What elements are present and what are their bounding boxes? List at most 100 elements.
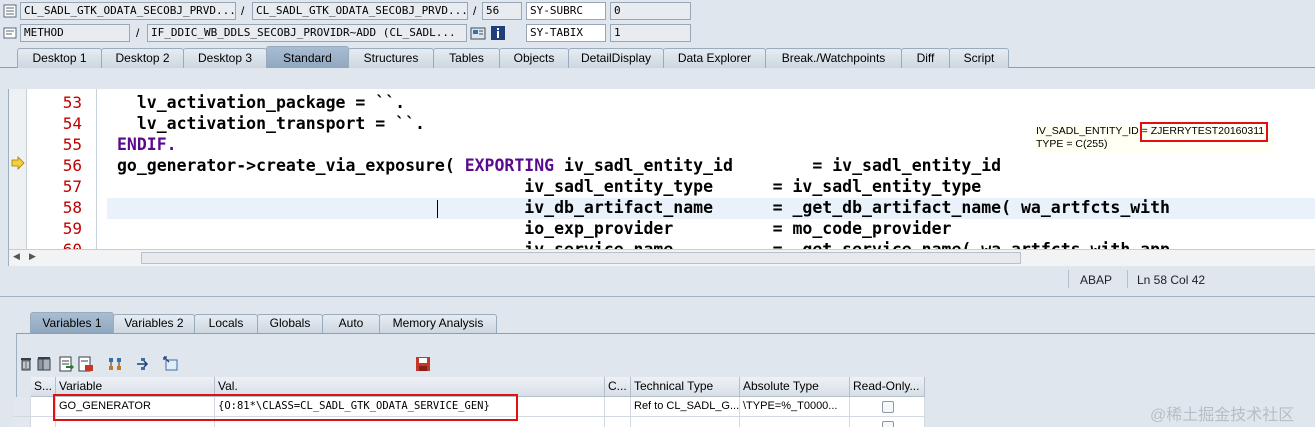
row-selector[interactable] bbox=[13, 417, 31, 427]
program-icon bbox=[3, 4, 17, 18]
code-line-58: iv_db_artifact_name = _get_db_artifact_n… bbox=[117, 197, 1170, 218]
tab-tables[interactable]: Tables bbox=[433, 48, 500, 68]
column-header-absolute-type[interactable]: Absolute Type bbox=[740, 377, 850, 397]
section-divider bbox=[0, 296, 1315, 297]
read-only-cell bbox=[850, 397, 925, 417]
tab-data-explorer[interactable]: Data Explorer bbox=[663, 48, 766, 68]
code-text: iv_sadl_entity_type = iv_sadl_entity_typ… bbox=[117, 177, 982, 196]
hierarchy-icon[interactable] bbox=[107, 356, 123, 372]
sy-subrc-value-field[interactable]: 0 bbox=[610, 2, 691, 20]
technical-type-cell: Ref to CL_SADL_G... bbox=[631, 397, 740, 417]
read-only-checkbox[interactable] bbox=[882, 401, 894, 413]
tab-memory-analysis[interactable]: Memory Analysis bbox=[379, 314, 497, 333]
delete-icon[interactable] bbox=[18, 356, 34, 372]
tab-objects[interactable]: Objects bbox=[499, 48, 569, 68]
sy-tabix-name-field[interactable]: SY-TABIX bbox=[526, 24, 606, 42]
line-number: 58 bbox=[62, 198, 82, 217]
separator: / bbox=[136, 26, 140, 40]
source-code-editor[interactable]: 53 54 55 56 57 58 59 60 lv_activation_pa… bbox=[8, 89, 1315, 266]
language-indicator: ABAP bbox=[1080, 273, 1113, 287]
save-icon[interactable] bbox=[415, 356, 431, 372]
value-highlight-box bbox=[53, 394, 518, 421]
cursor-position: Ln 58 Col 42 bbox=[1137, 273, 1206, 287]
select-icon[interactable] bbox=[163, 356, 179, 372]
text-cursor bbox=[437, 200, 438, 218]
tooltip-highlight-box bbox=[1140, 122, 1268, 142]
sy-subrc-name-field[interactable]: SY-SUBRC bbox=[526, 2, 606, 20]
line-number: 57 bbox=[62, 177, 82, 196]
watermark: @稀土掘金技术社区 bbox=[1150, 407, 1295, 424]
row-selector[interactable] bbox=[13, 397, 31, 417]
tab-variables-1[interactable]: Variables 1 bbox=[30, 312, 114, 333]
keyword-exporting: EXPORTING bbox=[464, 156, 555, 175]
current-line-arrow-icon bbox=[11, 156, 25, 170]
tab-variables-2[interactable]: Variables 2 bbox=[113, 314, 195, 333]
tab-desktop-2[interactable]: Desktop 2 bbox=[101, 48, 184, 68]
scroll-right-icon[interactable]: ▶ bbox=[29, 251, 36, 262]
navigate-icon[interactable] bbox=[135, 356, 151, 372]
program-field[interactable]: CL_SADL_GTK_ODATA_SECOBJ_PRVD... bbox=[20, 2, 236, 20]
table-cell bbox=[605, 417, 631, 427]
display-object-icon[interactable] bbox=[470, 25, 486, 41]
separator: / bbox=[241, 4, 245, 18]
table-cell bbox=[631, 417, 740, 427]
info-icon[interactable] bbox=[490, 25, 506, 41]
debugger-tab-bar: Desktop 1 Desktop 2 Desktop 3 Standard S… bbox=[0, 46, 1315, 68]
tab-locals[interactable]: Locals bbox=[194, 314, 258, 333]
code-line-54: lv_activation_transport = ``. bbox=[117, 113, 425, 134]
column-header-technical-type[interactable]: Technical Type bbox=[631, 377, 740, 397]
code-line-53: lv_activation_package = ``. bbox=[117, 92, 405, 113]
code-text: go_generator->create_via_exposure( bbox=[117, 156, 465, 175]
code-text: lv_activation_package = ``. bbox=[117, 93, 406, 112]
separator: / bbox=[473, 4, 477, 18]
code-line-56: go_generator->create_via_exposure( EXPOR… bbox=[117, 155, 1001, 176]
code-text: ENDIF. bbox=[117, 135, 177, 154]
import-icon[interactable] bbox=[58, 356, 74, 372]
status-divider bbox=[1127, 270, 1128, 288]
tab-standard[interactable]: Standard bbox=[266, 46, 349, 68]
export-icon[interactable] bbox=[77, 356, 93, 372]
code-line-55: ENDIF. bbox=[117, 134, 177, 155]
method-icon bbox=[3, 27, 17, 39]
column-header-read-only[interactable]: Read-Only... bbox=[850, 377, 925, 397]
code-text: io_exp_provider = mo_code_provider bbox=[117, 219, 952, 238]
tab-script[interactable]: Script bbox=[949, 48, 1009, 68]
sy-tabix-value-field[interactable]: 1 bbox=[610, 24, 691, 42]
code-line-59: io_exp_provider = mo_code_provider bbox=[117, 218, 951, 239]
line-number: 55 bbox=[62, 135, 82, 154]
tooltip-label: IV_SADL_ENTITY_ID = bbox=[1036, 125, 1148, 137]
value-tooltip: IV_SADL_ENTITY_ID = ZJERRYTEST20160311 T… bbox=[1034, 122, 1274, 153]
code-text: lv_activation_transport = ``. bbox=[117, 114, 425, 133]
tab-auto[interactable]: Auto bbox=[322, 314, 380, 333]
delete-all-icon[interactable] bbox=[36, 356, 52, 372]
breakpoint-gutter[interactable] bbox=[9, 89, 27, 249]
horizontal-scrollbar[interactable]: ◀ ▶ bbox=[9, 249, 1315, 266]
code-text: iv_db_artifact_name = _get_db_artifact_n… bbox=[117, 198, 1170, 217]
tab-structures[interactable]: Structures bbox=[348, 48, 434, 68]
event-name-field[interactable]: IF_DDIC_WB_DDLS_SECOBJ_PROVIDR~ADD (CL_S… bbox=[147, 24, 467, 42]
scrollbar-thumb[interactable] bbox=[141, 252, 1021, 264]
event-type-field[interactable]: METHOD bbox=[20, 24, 130, 42]
line-numbers: 53 54 55 56 57 58 59 60 bbox=[27, 89, 97, 259]
tab-desktop-1[interactable]: Desktop 1 bbox=[17, 48, 102, 68]
code-text: iv_sadl_entity_id = iv_sadl_entity_id bbox=[554, 156, 1002, 175]
tab-break-watchpoints[interactable]: Break./Watchpoints bbox=[765, 48, 902, 68]
tab-globals[interactable]: Globals bbox=[257, 314, 323, 333]
tab-detail-display[interactable]: DetailDisplay bbox=[568, 48, 664, 68]
status-divider bbox=[1068, 270, 1069, 288]
code-line-57: iv_sadl_entity_type = iv_sadl_entity_typ… bbox=[117, 176, 981, 197]
read-only-checkbox[interactable] bbox=[882, 421, 894, 427]
line-number: 54 bbox=[62, 114, 82, 133]
line-number: 53 bbox=[62, 93, 82, 112]
scroll-left-icon[interactable]: ◀ bbox=[13, 251, 20, 262]
line-field[interactable]: 56 bbox=[482, 2, 522, 20]
tab-desktop-3[interactable]: Desktop 3 bbox=[183, 48, 267, 68]
column-header-change[interactable]: C... bbox=[605, 377, 631, 397]
table-cell bbox=[740, 417, 850, 427]
absolute-type-cell: \TYPE=%_T0000... bbox=[740, 397, 850, 417]
tab-diff[interactable]: Diff bbox=[901, 48, 950, 68]
table-cell-change bbox=[605, 397, 631, 417]
include-field[interactable]: CL_SADL_GTK_ODATA_SECOBJ_PRVD... bbox=[252, 2, 468, 20]
line-number: 59 bbox=[62, 219, 82, 238]
line-number: 56 bbox=[62, 156, 82, 175]
